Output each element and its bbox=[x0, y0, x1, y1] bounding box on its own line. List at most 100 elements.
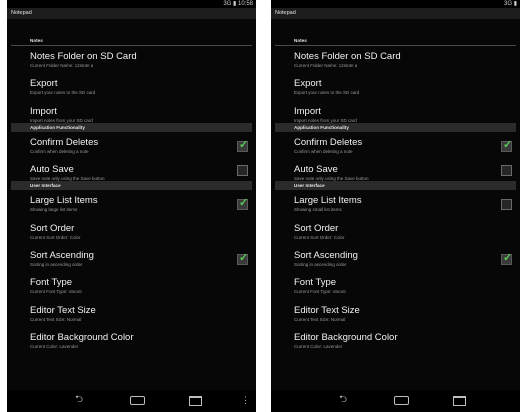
home-icon[interactable] bbox=[130, 394, 145, 409]
pref-title: Import bbox=[30, 105, 57, 117]
pref-title: Font Type bbox=[30, 277, 73, 289]
status-indicators: 3G ▮ bbox=[504, 0, 517, 8]
pref-summary: Current Folder Name: 12stote a bbox=[30, 63, 94, 68]
auto-save-checkbox[interactable] bbox=[237, 165, 248, 177]
pref-title: Auto Save bbox=[294, 164, 338, 176]
confirm-deletes-checkbox[interactable]: ✓ bbox=[501, 138, 513, 152]
home-icon[interactable] bbox=[394, 394, 409, 409]
pref-summary: Export your notes to the SD card bbox=[30, 90, 96, 96]
pref-title: Auto Save bbox=[30, 164, 74, 176]
checkmark-icon: ✓ bbox=[503, 251, 513, 264]
confirm-deletes-checkbox[interactable]: ✓ bbox=[237, 138, 249, 152]
pref-confirm-deletes[interactable]: Confirm Deletes Confirm when deleting a … bbox=[7, 132, 256, 159]
pref-title: Large List Items bbox=[30, 195, 98, 207]
pref-summary: Current Color: Lavender bbox=[30, 344, 79, 350]
pref-title: Font Type bbox=[294, 277, 337, 289]
pref-auto-save[interactable]: Auto Save Save note only using the Save … bbox=[7, 159, 256, 181]
pref-summary: Sorting in ascending order bbox=[30, 261, 83, 267]
category-user-interface: User Interface bbox=[275, 181, 516, 191]
pref-editor-background-color[interactable]: Editor Background Color Current Color: L… bbox=[271, 327, 520, 354]
sort-ascending-checkbox[interactable]: ✓ bbox=[237, 251, 249, 265]
pref-export[interactable]: Export Export your notes to the SD card bbox=[271, 73, 520, 100]
pref-summary: Showing small list items bbox=[294, 207, 342, 213]
status-time: 10:58 bbox=[237, 1, 253, 7]
pref-editor-text-size[interactable]: Editor Text Size Current Text Size: Norm… bbox=[7, 300, 256, 327]
signal-label: 3G bbox=[223, 1, 232, 7]
large-list-items-checkbox[interactable] bbox=[501, 199, 512, 211]
pref-title: Notes Folder on SD Card bbox=[30, 51, 137, 62]
pref-summary: Confirm when deleting a note bbox=[30, 148, 89, 154]
phone-screen-left: 3G ▮ 10:58 Notepad Notes Notes Folder on… bbox=[7, 0, 256, 412]
app-title: Notepad bbox=[11, 10, 32, 16]
pref-summary: Current Text Size: Normal bbox=[30, 316, 82, 322]
pref-summary: Confirm when deleting a note bbox=[294, 148, 353, 154]
navigation-bar: ⮌ ⋮ bbox=[7, 390, 256, 412]
recent-apps-icon[interactable] bbox=[189, 394, 202, 410]
pref-large-list-items[interactable]: Large List Items Showing small list item… bbox=[271, 190, 520, 217]
category-app-functionality: Application Functionality bbox=[11, 122, 252, 132]
pref-title: Sort Order bbox=[294, 222, 339, 234]
checkmark-icon: ✓ bbox=[239, 138, 249, 151]
category-user-interface: User Interface bbox=[11, 181, 252, 191]
pref-title: Notes Folder on SD Card bbox=[294, 51, 401, 62]
pref-sort-order[interactable]: Sort Order Current Sort Order: Color bbox=[7, 218, 256, 245]
pref-import[interactable]: Import Import notes from your SD card bbox=[7, 101, 256, 123]
pref-editor-text-size[interactable]: Editor Text Size Current Text Size: Norm… bbox=[271, 300, 520, 327]
action-bar: Notepad bbox=[271, 8, 520, 19]
status-indicators: 3G ▮ 10:58 bbox=[223, 0, 253, 8]
large-list-items-checkbox[interactable]: ✓ bbox=[237, 197, 248, 211]
pref-title: Editor Text Size bbox=[294, 304, 360, 316]
pref-sort-ascending[interactable]: Sort Ascending Sorting in ascending orde… bbox=[7, 245, 256, 272]
pref-summary: Import notes from your SD card bbox=[294, 117, 357, 123]
pref-title: Editor Background Color bbox=[30, 332, 134, 344]
pref-font-type[interactable]: Font Type Current Font Type: Varont bbox=[7, 272, 256, 299]
pref-summary: Current Sort Order: Color bbox=[30, 234, 81, 240]
phone-screen-right: 3G ▮ Notepad Notes Notes Folder on SD Ca… bbox=[271, 0, 520, 412]
pref-summary: Save note only using the Save button bbox=[294, 176, 369, 182]
pref-summary: Current Color: Lavender bbox=[294, 344, 343, 350]
pref-large-list-items[interactable]: Large List Items Showing large list item… bbox=[7, 190, 256, 217]
pref-notes-folder[interactable]: Notes Folder on SD Card Current Folder N… bbox=[271, 46, 520, 73]
category-app-functionality: Application Functionality bbox=[275, 122, 516, 132]
status-bar: 3G ▮ bbox=[271, 0, 520, 8]
pref-summary: Current Folder Name: 12stote a bbox=[294, 63, 358, 68]
pref-import[interactable]: Import Import notes from your SD card bbox=[271, 101, 520, 123]
pref-sort-order[interactable]: Sort Order Current Sort Order: Color bbox=[271, 218, 520, 245]
pref-notes-folder[interactable]: Notes Folder on SD Card Current Folder N… bbox=[7, 46, 256, 73]
back-icon[interactable]: ⮌ bbox=[339, 394, 347, 406]
signal-label: 3G bbox=[504, 1, 513, 7]
category-notes: Notes bbox=[275, 36, 516, 46]
pref-title: Sort Order bbox=[30, 222, 75, 234]
pref-summary: Import notes from your SD card bbox=[30, 117, 93, 123]
pref-sort-ascending[interactable]: Sort Ascending Sorting in ascending orde… bbox=[271, 245, 520, 272]
pref-confirm-deletes[interactable]: Confirm Deletes Confirm when deleting a … bbox=[271, 132, 520, 159]
checkmark-icon: ✓ bbox=[239, 251, 249, 264]
pref-title: Sort Ascending bbox=[30, 249, 94, 261]
app-title: Notepad bbox=[275, 10, 296, 16]
pref-title: Import bbox=[294, 105, 321, 117]
pref-title: Export bbox=[30, 78, 58, 90]
auto-save-checkbox[interactable] bbox=[501, 165, 512, 177]
battery-icon: ▮ bbox=[233, 1, 237, 7]
status-bar: 3G ▮ 10:58 bbox=[7, 0, 256, 8]
pref-summary: Sorting in ascending order bbox=[294, 261, 347, 267]
pref-title: Confirm Deletes bbox=[30, 136, 99, 148]
pref-summary: Export your notes to the SD card bbox=[294, 90, 360, 96]
preferences-list: Notes Notes Folder on SD Card Current Fo… bbox=[7, 36, 256, 355]
recent-apps-icon[interactable] bbox=[453, 394, 466, 410]
overflow-menu-icon[interactable]: ⋮ bbox=[241, 394, 250, 406]
pref-editor-background-color[interactable]: Editor Background Color Current Color: L… bbox=[7, 327, 256, 354]
pref-title: Editor Background Color bbox=[294, 332, 398, 344]
checkmark-icon: ✓ bbox=[503, 138, 513, 151]
pref-font-type[interactable]: Font Type Current Font Type: Varont bbox=[271, 272, 520, 299]
pref-export[interactable]: Export Export your notes to the SD card bbox=[7, 73, 256, 100]
navigation-bar: ⮌ bbox=[271, 390, 520, 412]
battery-icon: ▮ bbox=[513, 1, 517, 7]
sort-ascending-checkbox[interactable]: ✓ bbox=[501, 251, 513, 265]
pref-auto-save[interactable]: Auto Save Save note only using the Save … bbox=[271, 159, 520, 181]
back-icon[interactable]: ⮌ bbox=[75, 394, 83, 406]
pref-summary: Current Sort Order: Color bbox=[294, 234, 345, 240]
preferences-list: Notes Notes Folder on SD Card Current Fo… bbox=[271, 36, 520, 355]
action-bar: Notepad bbox=[7, 8, 256, 19]
pref-summary: Showing large list items bbox=[30, 207, 78, 213]
